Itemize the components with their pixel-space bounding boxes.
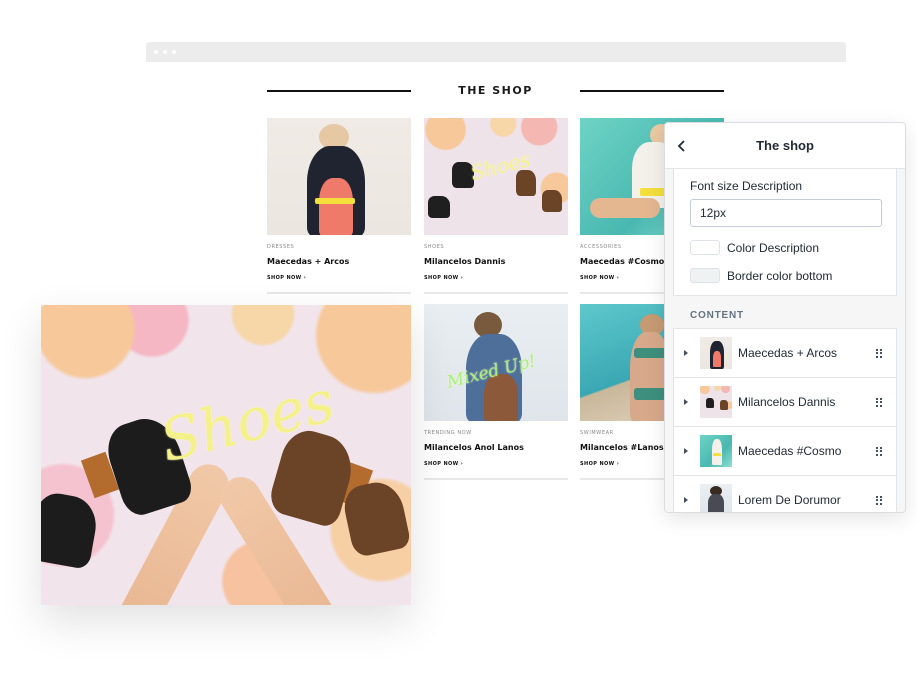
product-image[interactable]: Shoes <box>424 118 568 235</box>
color-swatch[interactable] <box>690 268 720 283</box>
item-label: Maecedas + Arcos <box>738 346 838 360</box>
product-image[interactable]: Mixed Up! <box>424 304 568 421</box>
product-category: TRENDING NOW <box>424 430 472 436</box>
shop-now-link[interactable]: SHOP NOW › <box>424 275 463 281</box>
color-description-picker[interactable]: Color Description <box>690 240 880 255</box>
card-underline <box>267 292 411 294</box>
font-size-input[interactable] <box>690 199 882 227</box>
drag-handle-icon[interactable] <box>876 348 882 358</box>
drag-handle-icon[interactable] <box>876 446 882 456</box>
caret-right-icon[interactable] <box>684 497 688 503</box>
panel-title: The shop <box>756 138 814 153</box>
product-card[interactable]: Mixed Up! TRENDING NOW Milancelos Anol L… <box>424 304 568 480</box>
caret-right-icon[interactable] <box>684 399 688 405</box>
content-item[interactable]: Milancelos Dannis <box>674 378 896 427</box>
shop-heading: THE SHOP <box>267 82 724 100</box>
product-name[interactable]: Maecedas + Arcos <box>267 257 411 266</box>
product-name[interactable]: Milancelos Dannis <box>424 257 568 266</box>
item-thumbnail <box>700 386 732 418</box>
item-thumbnail <box>700 337 732 369</box>
window-dot <box>172 50 176 54</box>
shop-now-link[interactable]: SHOP NOW › <box>424 461 463 467</box>
product-image[interactable] <box>267 118 411 235</box>
item-label: Lorem De Dorumor <box>738 493 841 507</box>
card-underline <box>424 292 568 294</box>
border-color-picker[interactable]: Border color bottom <box>690 268 880 283</box>
card-underline <box>424 478 568 480</box>
caret-right-icon[interactable] <box>684 350 688 356</box>
content-item[interactable]: Maecedas + Arcos <box>674 329 896 378</box>
content-item[interactable]: Maecedas #Cosmo <box>674 427 896 476</box>
window-dots <box>154 50 176 54</box>
shop-now-link[interactable]: SHOP NOW › <box>267 275 306 281</box>
content-heading: CONTENT <box>690 310 744 321</box>
drag-handle-icon[interactable] <box>876 397 882 407</box>
shop-now-link[interactable]: SHOP NOW › <box>580 461 619 467</box>
style-settings: Font size Description Color Description … <box>673 169 897 296</box>
product-name[interactable]: Milancelos Anol Lanos <box>424 443 568 452</box>
caret-right-icon[interactable] <box>684 448 688 454</box>
item-thumbnail <box>700 435 732 467</box>
featured-shoes-image: Shoes <box>41 305 411 605</box>
item-label: Milancelos Dannis <box>738 395 836 409</box>
product-card[interactable]: DRESSES Maecedas + Arcos SHOP NOW › <box>267 118 411 294</box>
window-dot <box>163 50 167 54</box>
drag-handle-icon[interactable] <box>876 495 882 505</box>
product-card[interactable]: Shoes SHOES Milancelos Dannis SHOP NOW › <box>424 118 568 294</box>
font-size-label: Font size Description <box>690 179 803 193</box>
heading-divider <box>580 90 724 92</box>
product-category: SHOES <box>424 244 445 250</box>
panel-header: The shop <box>665 123 905 169</box>
content-list: Maecedas + Arcos Milancelos Dannis Maece… <box>673 328 897 512</box>
border-color-label: Border color bottom <box>727 268 833 283</box>
color-description-label: Color Description <box>727 240 820 255</box>
settings-panel: The shop Font size Description Color Des… <box>664 122 906 513</box>
content-item[interactable]: Lorem De Dorumor <box>674 476 896 512</box>
item-label: Maecedas #Cosmo <box>738 444 842 458</box>
product-category: DRESSES <box>267 244 295 250</box>
color-swatch[interactable] <box>690 240 720 255</box>
browser-top-bar <box>146 42 846 62</box>
shop-now-link[interactable]: SHOP NOW › <box>580 275 619 281</box>
window-dot <box>154 50 158 54</box>
item-thumbnail <box>700 484 732 512</box>
